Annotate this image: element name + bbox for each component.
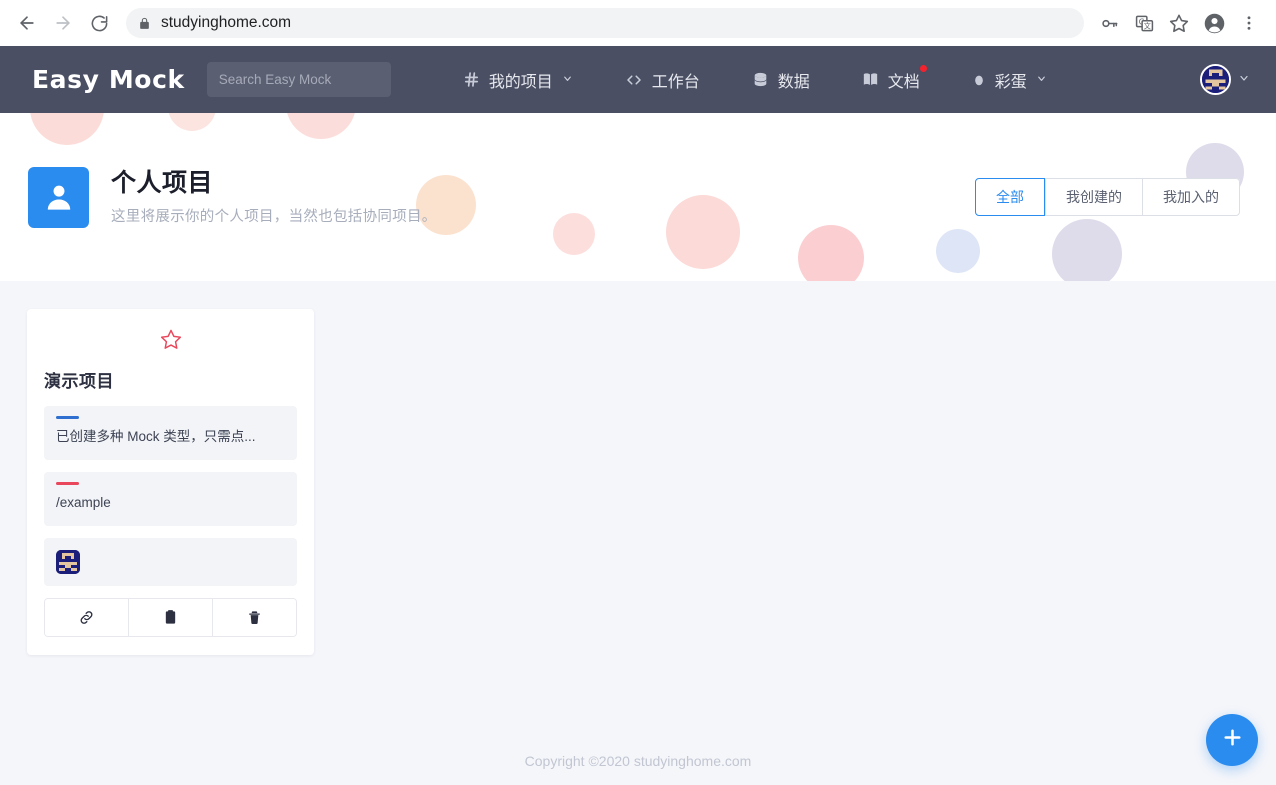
- reload-button[interactable]: [82, 6, 116, 40]
- duplicate-project-button[interactable]: [129, 599, 213, 636]
- page-subtitle: 这里将展示你的个人项目，当然也包括协同项目。: [111, 209, 437, 225]
- copy-link-button[interactable]: [45, 599, 129, 636]
- nav-item-label: 工作台: [651, 73, 700, 91]
- hash-icon: [463, 71, 480, 88]
- chevron-down-icon: [562, 71, 573, 89]
- person-icon: [28, 166, 89, 228]
- code-icon: [625, 71, 643, 89]
- description-accent-line: [56, 416, 79, 419]
- base-url-accent-line: [56, 482, 79, 485]
- chevron-down-icon: [1036, 71, 1047, 89]
- project-card-actions: [44, 598, 297, 637]
- nav-item-data[interactable]: 数据: [726, 46, 836, 113]
- book-icon: [862, 71, 879, 88]
- delete-project-button[interactable]: [213, 599, 296, 636]
- forward-button[interactable]: [46, 6, 80, 40]
- nav-item-my-projects[interactable]: 我的项目: [437, 46, 599, 113]
- nav-item-label: 数据: [777, 73, 810, 91]
- page-title: 个人项目: [111, 169, 214, 197]
- nav-item-easter-egg[interactable]: 彩蛋: [946, 46, 1073, 113]
- user-menu[interactable]: [1200, 64, 1250, 95]
- browser-toolbar: studyinghome.com G文: [0, 0, 1276, 46]
- database-icon: [752, 71, 769, 88]
- star-outline-icon[interactable]: [44, 325, 297, 353]
- project-base-url-box: /example: [44, 472, 297, 526]
- egg-icon: [972, 71, 986, 88]
- lock-icon: [138, 17, 151, 30]
- nav-item-label: 彩蛋: [994, 73, 1027, 91]
- nav-item-label: 我的项目: [488, 73, 553, 91]
- browser-actions: G文: [1092, 6, 1266, 40]
- browser-profile-icon[interactable]: [1197, 6, 1231, 40]
- plus-icon: [1220, 725, 1245, 755]
- filter-joined-by-me-button[interactable]: 我加入的: [1142, 178, 1240, 216]
- svg-text:文: 文: [1143, 21, 1150, 30]
- notification-badge-dot: [918, 64, 928, 73]
- back-button[interactable]: [10, 6, 44, 40]
- main-navigation: 我的项目 工作台 数据 文档 彩蛋: [437, 46, 1073, 113]
- key-icon[interactable]: [1092, 6, 1126, 40]
- filter-created-by-me-button[interactable]: 我创建的: [1045, 178, 1142, 216]
- project-description: 已创建多种 Mock 类型，只需点...: [56, 429, 256, 444]
- page-banner: 个人项目 这里将展示你的个人项目，当然也包括协同项目。 全部 我创建的 我加入的: [0, 113, 1276, 281]
- chevron-down-icon[interactable]: [1238, 71, 1250, 89]
- member-identicon-avatar[interactable]: [56, 550, 80, 574]
- address-bar[interactable]: studyinghome.com: [126, 8, 1084, 38]
- url-text: studyinghome.com: [161, 14, 292, 31]
- project-description-box: 已创建多种 Mock 类型，只需点...: [44, 406, 297, 460]
- project-members-box: [44, 538, 297, 586]
- filter-all-button[interactable]: 全部: [975, 178, 1045, 216]
- three-dot-menu-icon[interactable]: [1232, 6, 1266, 40]
- nav-item-docs[interactable]: 文档: [836, 46, 946, 113]
- nav-item-workbench[interactable]: 工作台: [599, 46, 726, 113]
- bookmark-star-icon[interactable]: [1162, 6, 1196, 40]
- brand-logo[interactable]: Easy Mock: [32, 65, 185, 94]
- project-title: 演示项目: [44, 372, 114, 391]
- user-identicon-avatar[interactable]: [1200, 64, 1231, 95]
- project-card[interactable]: 演示项目 已创建多种 Mock 类型，只需点... /example: [27, 309, 314, 655]
- app-header: Easy Mock 我的项目 工作台 数据: [0, 46, 1276, 113]
- footer-copyright: Copyright ©2020 studyinghome.com: [524, 753, 752, 769]
- main-content: 演示项目 已创建多种 Mock 类型，只需点... /example Copyr…: [0, 281, 1276, 785]
- search-input[interactable]: [206, 62, 391, 97]
- project-base-url: /example: [56, 495, 111, 510]
- translate-icon[interactable]: G文: [1127, 6, 1161, 40]
- project-filter-group: 全部 我创建的 我加入的: [975, 178, 1240, 216]
- nav-item-label: 文档: [887, 73, 920, 91]
